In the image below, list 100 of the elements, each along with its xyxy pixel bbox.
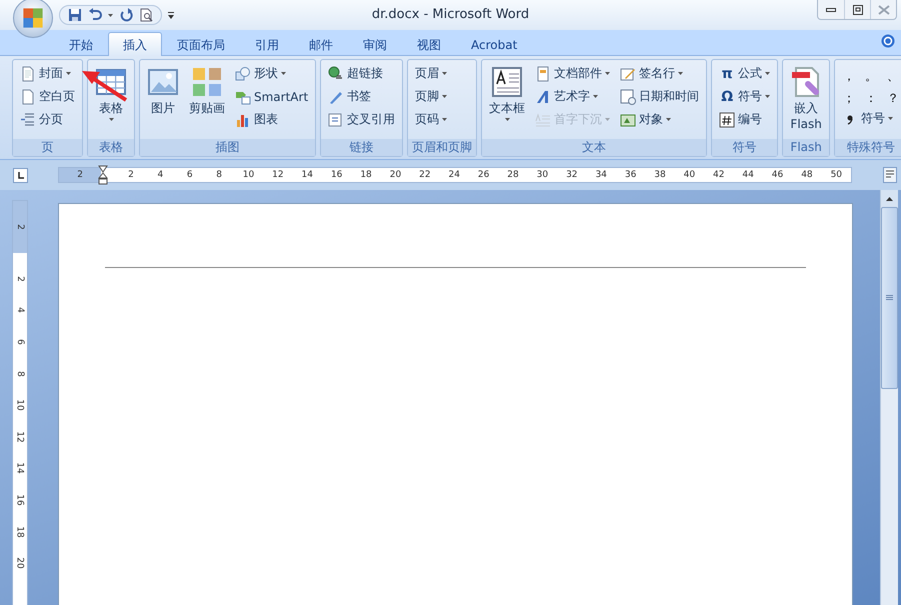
ruler-number: 14 (15, 462, 25, 474)
minimize-icon (826, 8, 836, 12)
dropdown-caret-icon (888, 117, 894, 120)
undo-icon[interactable] (88, 8, 102, 22)
symbol-button[interactable]: ； (839, 88, 860, 108)
group-label: 特殊符号 (835, 139, 901, 156)
ribbon-button[interactable]: 分页 (17, 109, 78, 130)
text-box-icon (491, 66, 524, 98)
ribbon-button[interactable]: 封面 (17, 63, 78, 84)
ruler-number: 18 (15, 526, 25, 538)
ribbon-button[interactable]: 文档部件 (532, 63, 614, 84)
dropdown-caret-icon (605, 72, 610, 75)
dropdown-caret-icon (666, 118, 672, 121)
group-label: Flash (783, 139, 830, 156)
ruler-number: 2 (15, 276, 25, 282)
ribbon-button[interactable]: 超链接 (325, 63, 398, 84)
ribbon-button[interactable]: 形状 (232, 63, 312, 84)
redo-icon[interactable] (119, 8, 133, 22)
dropdown-caret-icon (66, 72, 71, 75)
dropdown-caret-icon (108, 118, 114, 121)
symbol-button[interactable]: 、 (883, 66, 901, 86)
ribbon-button[interactable]: 图表 (232, 109, 312, 130)
dropdown-caret-icon (442, 72, 448, 75)
scroll-up-button[interactable] (881, 190, 898, 207)
number-sign-icon (719, 112, 736, 128)
ribbon-button[interactable]: 编号 (716, 109, 774, 130)
maximize-icon (852, 4, 862, 14)
save-icon[interactable] (68, 8, 82, 22)
ribbon-button[interactable]: 页眉 (412, 63, 450, 84)
view-ruler-icon[interactable] (883, 167, 897, 183)
ribbon-tab[interactable]: 插入 (108, 32, 162, 56)
ruler-number: 20 (388, 169, 402, 182)
vertical-scrollbar[interactable] (880, 190, 898, 605)
ribbon-button[interactable]: 表格 (92, 63, 130, 124)
group-label: 表格 (88, 139, 134, 156)
symbol-button[interactable]: ： (861, 88, 882, 108)
ribbon-button[interactable]: SmartArt (232, 86, 312, 107)
dropdown-caret-icon (504, 118, 510, 121)
ruler-number: 46 (770, 169, 784, 182)
tab-selector-button[interactable] (13, 168, 28, 182)
ribbon-button[interactable]: 空白页 (17, 86, 78, 107)
ribbon-button[interactable]: 文本框 (486, 63, 528, 124)
ribbon-button[interactable]: 书签 (325, 86, 398, 107)
ribbon-button[interactable]: 艺术字 (532, 86, 614, 107)
symbol-button[interactable]: 。 (861, 66, 882, 86)
dropdown-caret-icon (442, 118, 448, 121)
ruler-number: 4 (15, 308, 25, 314)
ruler-number: 10 (242, 169, 256, 182)
customize-toolbar-icon[interactable] (168, 12, 174, 18)
ribbon-tab[interactable]: 审阅 (348, 33, 402, 55)
ribbon-button[interactable]: 剪贴画 (186, 63, 228, 119)
ribbon-button[interactable]: 页码 (412, 109, 450, 130)
symbol-button[interactable]: ？ (883, 88, 901, 108)
dropdown-caret-icon (593, 95, 598, 98)
ribbon-button[interactable]: π 公式 (716, 63, 774, 84)
ribbon-button[interactable]: 页脚 (412, 86, 450, 107)
symbol-button[interactable]: ， (839, 66, 860, 86)
ribbon-tab[interactable]: 页面布局 (162, 33, 240, 55)
ribbon-button[interactable]: 图片 (144, 63, 182, 119)
ribbon-tab[interactable]: 视图 (402, 33, 456, 55)
grip-icon (886, 295, 893, 301)
group-label: 页眉和页脚 (408, 139, 476, 156)
ruler-number: 12 (271, 169, 285, 182)
ribbon-button[interactable]: 签名行 (617, 63, 702, 84)
ribbon-button[interactable]: Ω 符号 (716, 86, 774, 107)
ruler-number: 8 (215, 169, 223, 182)
object-icon (620, 112, 636, 128)
ribbon-button[interactable]: 日期和时间 (617, 86, 702, 107)
ruler-number: 20 (15, 557, 25, 569)
ruler-number: 22 (418, 169, 432, 182)
indent-marker-icon[interactable] (98, 165, 108, 185)
shapes-icon (235, 66, 251, 82)
ruler-number: 48 (800, 169, 814, 182)
dropdown-caret-icon (765, 95, 770, 98)
ruler-number: 4 (156, 169, 164, 182)
scroll-thumb[interactable] (881, 207, 898, 389)
ribbon-button[interactable]: 符号 (839, 108, 901, 129)
ribbon-tab[interactable]: Acrobat (456, 33, 532, 55)
symbol-glyph: Ω (720, 88, 734, 104)
cross-reference-icon (328, 112, 344, 128)
dropdown-caret-icon (108, 14, 113, 16)
ruler-number: 44 (741, 169, 755, 182)
ruler-number: 6 (186, 169, 194, 182)
help-icon[interactable] (881, 34, 895, 48)
office-logo-icon (22, 7, 44, 29)
ruler-number: 2 (15, 224, 25, 230)
ribbon-tab[interactable]: 引用 (240, 33, 294, 55)
dropdown-caret-icon (765, 72, 770, 75)
ribbon-tab[interactable]: 开始 (54, 33, 108, 55)
group-label: 符号 (712, 139, 778, 156)
ribbon-button[interactable]: 交叉引用 (325, 109, 398, 130)
print-preview-icon[interactable] (139, 8, 153, 22)
ribbon-tab[interactable]: 邮件 (294, 33, 348, 55)
office-button[interactable] (13, 0, 53, 38)
picture-icon (147, 66, 179, 98)
ruler-number: 16 (330, 169, 344, 182)
ribbon-button[interactable]: 对象 (617, 109, 702, 130)
ruler-number: 14 (300, 169, 314, 182)
ruler-number: 10 (15, 399, 25, 411)
ribbon-button[interactable]: 嵌入 Flash (787, 63, 826, 135)
